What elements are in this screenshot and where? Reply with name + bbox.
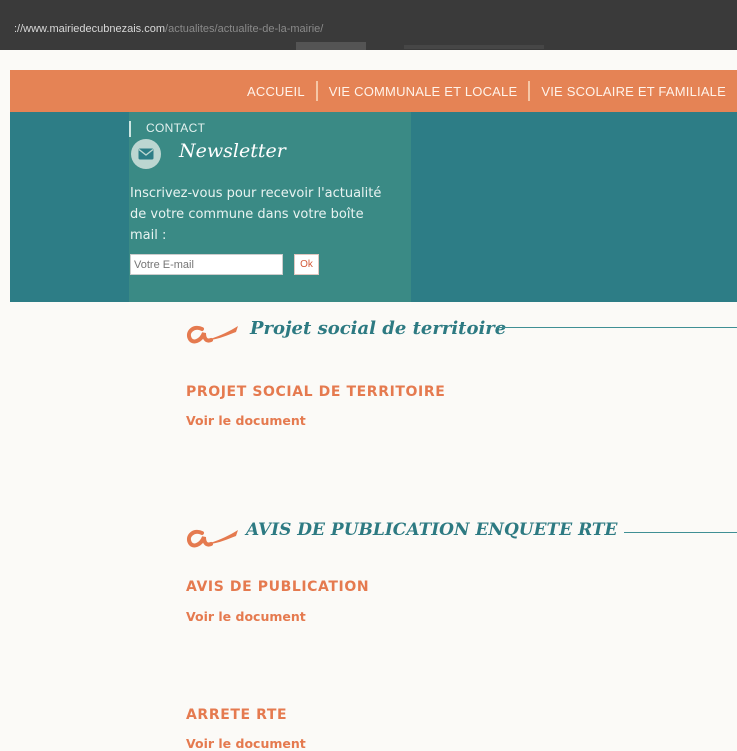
link-voir-document-projet[interactable]: Voir le document [186, 413, 306, 428]
contact-link[interactable]: CONTACT [146, 121, 205, 135]
contact-divider [129, 121, 131, 137]
url-path: /actualites/actualite-de-la-mairie/ [165, 23, 324, 35]
newsletter-email-input[interactable] [130, 254, 283, 275]
newsletter-submit-button[interactable]: Ok [294, 254, 319, 275]
section-divider-line [496, 327, 737, 328]
envelope-icon [131, 139, 161, 169]
item-title-projet-social: PROJET SOCIAL DE TERRITOIRE [186, 384, 446, 400]
newsletter-description: Inscrivez-vous pour recevoir l'actualité… [130, 186, 382, 243]
section-heading-avis-publication: AVIS DE PUBLICATION ENQUETE RTE [246, 520, 618, 540]
section-heading-projet-social: Projet social de territoire [250, 318, 507, 339]
site-logo-fragment [296, 42, 366, 50]
link-voir-document-avis[interactable]: Voir le document [186, 609, 306, 624]
main-navigation: ACCUEIL VIE COMMUNALE ET LOCALE VIE SCOL… [10, 70, 737, 112]
item-title-avis-publication: AVIS DE PUBLICATION [186, 579, 370, 595]
section-divider-line [624, 532, 737, 533]
link-voir-document-arrete[interactable]: Voir le document [186, 736, 306, 751]
item-title-arrete-rte: ARRETE RTE [186, 707, 288, 723]
nav-item-accueil[interactable]: ACCUEIL [236, 84, 316, 99]
nav-item-vie-communale[interactable]: VIE COMMUNALE ET LOCALE [318, 84, 529, 99]
a-swash-logo-icon [187, 529, 238, 548]
browser-address-bar[interactable]: ://www.mairiedecubnezais.com/actualites/… [0, 0, 737, 50]
nav-item-vie-scolaire[interactable]: VIE SCOLAIRE ET FAMILIALE [530, 84, 737, 99]
url-host: ://www.mairiedecubnezais.com [14, 23, 166, 35]
header-text-fragment [404, 45, 544, 49]
newsletter-title: Newsletter [179, 140, 286, 162]
a-swash-logo-icon [187, 325, 238, 344]
address-url[interactable]: ://www.mairiedecubnezais.com/actualites/… [14, 23, 323, 35]
